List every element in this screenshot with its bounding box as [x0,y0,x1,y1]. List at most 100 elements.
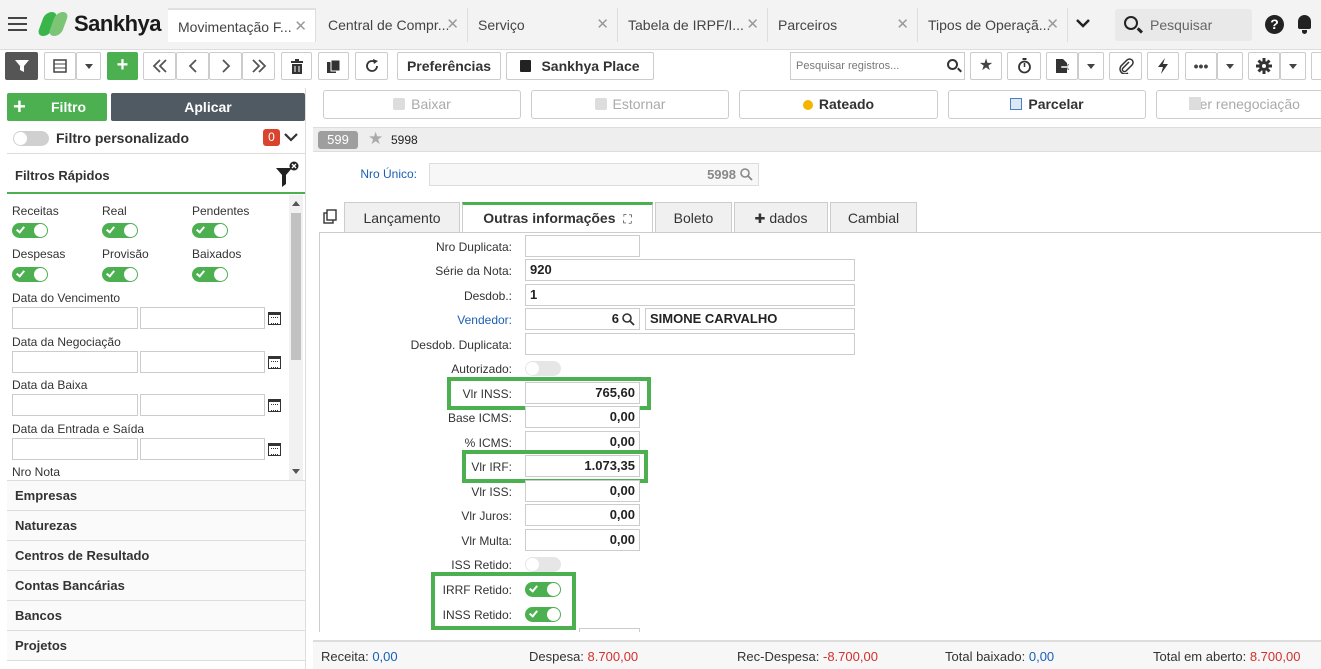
despesas-toggle[interactable] [12,267,48,282]
close-icon[interactable]: ✕ [746,8,759,42]
tab-lancamento[interactable]: Lançamento [344,202,460,232]
toolbar-overflow-button[interactable] [1311,52,1321,80]
serie-nota-input[interactable]: 920 [525,259,855,281]
pendentes-toggle[interactable] [192,223,228,238]
rateado-button[interactable]: Rateado [739,90,938,119]
data-negociacao-from-input[interactable] [12,351,138,373]
data-baixa-from-input[interactable] [12,394,138,416]
data-vencimento-from-input[interactable] [12,307,138,329]
export-dropdown-button[interactable] [1078,52,1104,80]
custom-filter-toggle[interactable] [13,131,49,146]
scrollbar[interactable] [289,195,303,480]
section-naturezas[interactable]: Naturezas [7,511,305,541]
close-icon[interactable]: ✕ [294,10,307,44]
aplicar-button[interactable]: Aplicar [111,93,305,121]
tab-tipos-operacao[interactable]: Tipos de Operaçã... ✕ [918,8,1068,42]
global-search[interactable]: Pesquisar [1115,9,1252,41]
provisao-toggle[interactable] [102,267,138,282]
section-bancos[interactable]: Bancos [7,601,305,631]
last-record-button[interactable] [242,52,275,80]
add-button[interactable]: + [107,52,138,80]
tab-movimentacao[interactable]: Movimentação F... ✕ [168,8,316,42]
next-field-input[interactable] [579,628,640,632]
tab-parceiros[interactable]: Parceiros ✕ [768,8,918,42]
filtro-button[interactable]: + Filtro [7,93,107,121]
irrf-retido-toggle[interactable] [525,582,561,597]
previous-record-button[interactable] [176,52,209,80]
search-icon[interactable] [622,313,635,326]
attachment-button[interactable] [1109,52,1142,80]
close-icon[interactable]: ✕ [1046,8,1059,42]
base-icms-input[interactable]: 0,00 [525,406,640,428]
copy-icon[interactable] [323,209,338,224]
tab-outras-informacoes[interactable]: Outras informações ⛶ [462,202,653,233]
section-centros-resultado[interactable]: Centros de Resultado [7,541,305,571]
close-icon[interactable]: ✕ [596,8,609,42]
iss-retido-toggle[interactable] [525,557,561,572]
scrollbar-thumb[interactable] [291,213,301,360]
tab-boleto[interactable]: Boleto [655,202,732,232]
favorite-button[interactable]: ★ [970,52,1002,80]
expand-icon[interactable]: ⛶ [623,212,631,226]
settings-dropdown-button[interactable] [1280,52,1306,80]
nro-unico-input[interactable]: 5998 [429,163,759,186]
next-record-button[interactable] [209,52,242,80]
filter-toggle-button[interactable] [5,52,38,80]
section-contas-bancarias[interactable]: Contas Bancárias [7,571,305,601]
calendar-icon[interactable] [268,312,281,325]
calendar-icon[interactable] [268,443,281,456]
scroll-down-icon[interactable] [292,469,300,475]
calendar-icon[interactable] [268,356,281,369]
close-icon[interactable]: ✕ [446,8,459,42]
chevron-down-icon[interactable] [284,133,298,143]
preferences-button[interactable]: Preferências [397,52,501,80]
tab-tabela-irpf[interactable]: Tabela de IRPF/I... ✕ [618,8,768,42]
bell-icon[interactable] [1296,15,1313,34]
more-button[interactable]: ••• [1185,52,1217,80]
parcelar-button[interactable]: Parcelar [948,90,1146,119]
scroll-up-icon[interactable] [292,201,300,207]
calendar-icon[interactable] [268,399,281,412]
delete-button[interactable] [281,52,312,80]
baixar-button[interactable]: Baixar [323,90,521,119]
receitas-toggle[interactable] [12,223,48,238]
search-icon[interactable] [740,168,753,181]
inss-retido-toggle[interactable] [525,607,561,622]
data-entrada-to-input[interactable] [140,438,265,460]
vlr-juros-input[interactable]: 0,00 [525,504,640,526]
menu-icon[interactable] [8,17,27,31]
data-entrada-from-input[interactable] [12,438,138,460]
refresh-button[interactable] [355,52,388,80]
record-search-input[interactable]: Pesquisar registros... [790,52,965,80]
close-icon[interactable]: ✕ [896,8,909,42]
desdob-input[interactable]: 1 [525,284,855,306]
vlr-multa-input[interactable]: 0,00 [525,529,640,551]
vlr-irf-input[interactable]: 1.073,35 [525,455,640,477]
section-empresas[interactable]: Empresas [7,481,305,511]
nro-duplicata-input[interactable] [525,235,640,257]
more-dropdown-button[interactable] [1217,52,1243,80]
real-toggle[interactable] [102,223,138,238]
vlr-iss-input[interactable]: 0,00 [525,480,640,502]
ver-renegociacao-button[interactable]: Ver renegociação [1156,90,1321,119]
chevron-down-icon[interactable] [1075,15,1091,31]
export-button[interactable] [1046,52,1078,80]
tab-servico[interactable]: Serviço ✕ [468,8,618,42]
desdob-duplicata-input[interactable] [525,333,855,355]
sankhya-place-button[interactable]: Sankhya Place [506,52,654,80]
data-baixa-to-input[interactable] [140,394,265,416]
help-icon[interactable]: ? [1265,15,1284,34]
tab-cambial[interactable]: Cambial [830,202,917,232]
timer-button[interactable] [1007,52,1041,80]
vendedor-name-input[interactable]: SIMONE CARVALHO [645,308,855,330]
autorizado-toggle[interactable] [525,361,561,376]
actions-button[interactable] [1147,52,1179,80]
funnel-clear-icon[interactable] [275,160,299,188]
duplicate-button[interactable] [318,52,349,80]
data-vencimento-to-input[interactable] [140,307,265,329]
settings-button[interactable] [1248,52,1280,80]
section-projetos[interactable]: Projetos [7,631,305,661]
star-icon[interactable]: ★ [368,129,383,149]
first-record-button[interactable] [143,52,176,80]
baixados-toggle[interactable] [192,267,228,282]
